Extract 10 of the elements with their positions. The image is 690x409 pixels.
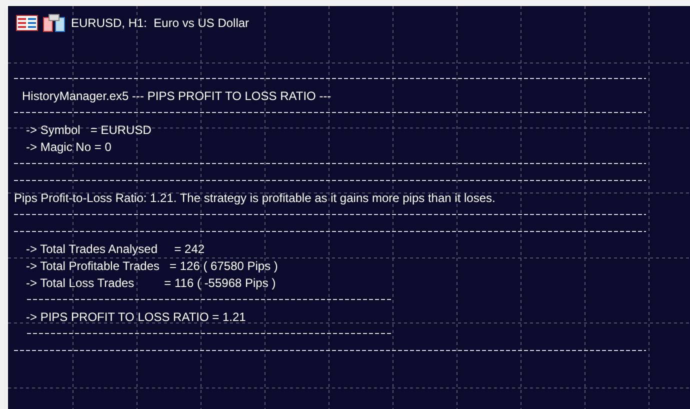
- window-title: EURUSD, H1: Euro vs US Dollar: [71, 16, 250, 30]
- report-line: -> Total Loss Trades = 116 ( -55968 Pips ): [26, 276, 276, 290]
- report-line: -> PIPS PROFIT TO LOSS RATIO = 1.21: [26, 310, 246, 324]
- table-icon: [16, 15, 38, 31]
- report-line: -> Total Trades Analysed = 242: [26, 242, 205, 256]
- report-heading: HistoryManager.ex5 --- PIPS PROFIT TO LOSS RATIO ---: [22, 88, 332, 102]
- summary-text: Pips Profit-to-Loss Ratio: 1.21. The strategy is profitable as it gains more pips than it loses.: [14, 190, 496, 204]
- report-line: -> Total Profitable Trades = 126 ( 67580 Pips ): [26, 258, 278, 272]
- report-line: -> Magic No = 0: [26, 140, 112, 154]
- report-line: -> Symbol = EURUSD: [26, 122, 152, 136]
